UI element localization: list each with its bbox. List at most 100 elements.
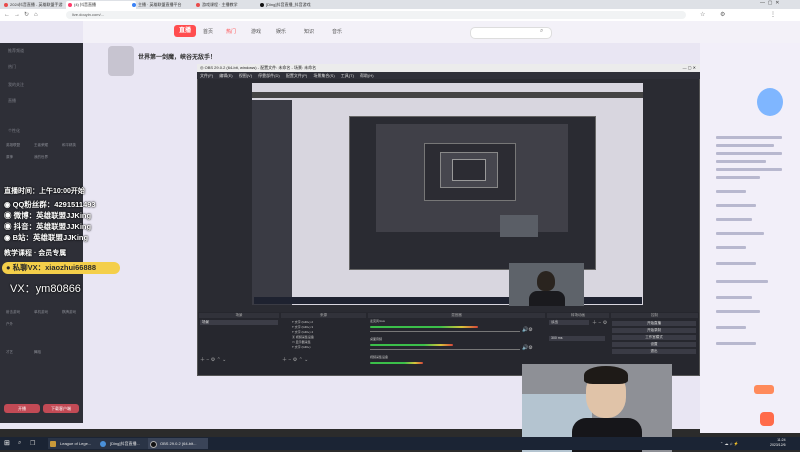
source-controls[interactable]: ＋ − ⚙ ⌃ ⌄ (282, 356, 308, 363)
extensions-icon[interactable]: ⚙ (720, 11, 725, 19)
settings-button[interactable]: 设置 (612, 342, 696, 347)
sidebar-item[interactable]: 推荐频道 (8, 48, 24, 54)
tray-icons[interactable]: ⌃ ☁ ♫ ⚡ (720, 441, 739, 446)
forward-icon[interactable]: → (14, 11, 20, 19)
mute-speaker-icon[interactable]: 🔊⚙ (522, 345, 533, 351)
overlay-live-time: 直播时间：上午10:00开始 (4, 188, 85, 195)
obs-logo-icon: ◎ (200, 65, 205, 70)
source-item[interactable]: T 文字 (GDI+) 4 (292, 330, 354, 334)
task-view-icon[interactable]: ❐ (30, 440, 35, 447)
source-item[interactable]: T 文字 (GDI+) 2 (292, 320, 354, 324)
menu-item[interactable]: 帮助(H) (355, 73, 374, 78)
sidebar-item[interactable]: 射击游戏 (6, 310, 20, 315)
windows-start-icon[interactable]: ⊞ (4, 440, 10, 447)
search-taskbar-icon[interactable]: ⌕ (18, 440, 21, 447)
reload-icon[interactable]: ↻ (24, 11, 29, 19)
chat-message (716, 232, 764, 235)
nav-link[interactable]: 首页 (203, 28, 213, 35)
obs-window-controls[interactable]: — ▢ ✕ (683, 64, 696, 72)
sidebar-item[interactable]: 王者荣耀 (34, 143, 48, 148)
nav-link[interactable]: 音乐 (332, 28, 342, 35)
streamer-avatar[interactable] (108, 46, 134, 76)
sidebar-item[interactable]: 户外 (6, 322, 13, 327)
chat-message (716, 144, 774, 147)
scene-controls[interactable]: ＋ − ⚙ ⌃ ⌄ (200, 356, 226, 363)
sidebar-item[interactable]: 原神 (6, 155, 13, 160)
chat-message (716, 262, 756, 265)
volume-slider[interactable] (370, 331, 520, 332)
nav-link[interactable]: 游戏 (251, 28, 261, 35)
overlay-qq: ◉ QQ粉丝群：4291511493 (4, 200, 96, 209)
studio-mode-button[interactable]: 工作室模式 (612, 335, 696, 340)
mixer-channel-name: 桌面音频 (370, 337, 383, 341)
source-item[interactable]: ▭ 显示器采集 (292, 340, 354, 344)
sidebar-item[interactable]: 我的世界 (34, 155, 48, 160)
sidebar-item[interactable]: 舞蹈 (34, 350, 41, 355)
source-item[interactable]: T 文字 (GDI+) (292, 345, 354, 349)
sidebar-item[interactable]: 英雄联盟 (6, 143, 20, 148)
url-input[interactable]: live.douyin.com/... (66, 11, 686, 19)
menu-item[interactable]: 工具(T) (336, 73, 354, 78)
chat-panel (700, 43, 800, 433)
nav-link-active[interactable]: 热门 (226, 28, 236, 35)
start-live-button[interactable]: 开播 (4, 404, 40, 413)
menu-icon[interactable]: ⋮ (770, 11, 776, 19)
transition-select[interactable]: 淡出 (549, 320, 589, 325)
transition-controls[interactable]: ＋ − ⚙ (592, 319, 607, 326)
sidebar-item[interactable]: 直播 (8, 98, 16, 104)
window-controls[interactable]: — ▢ ✕ (760, 0, 779, 6)
bookmark-icon[interactable]: ☆ (700, 11, 705, 19)
overlay-vx: VX：ym80866 (10, 283, 81, 295)
menu-item[interactable]: 停靠部件(D) (253, 73, 280, 78)
douyin-logo[interactable]: 直播 (174, 25, 196, 37)
home-icon[interactable]: ⌂ (34, 11, 38, 19)
mute-speaker-icon[interactable]: 🔊⚙ (522, 327, 533, 333)
qq-icon: ◉ (4, 200, 13, 209)
mixer-channel-name: 麦克风/Aux (370, 319, 386, 323)
clock[interactable]: 11:24 2023/12/6 (770, 438, 786, 448)
nav-link[interactable]: 知识 (304, 28, 314, 35)
duration-input[interactable]: 300 ms (549, 336, 605, 341)
browser-tab[interactable]: 主播 · 英雄联盟直播平台 (130, 1, 200, 9)
browser-tab[interactable]: 游戏课程 · 主播教学 (194, 1, 264, 9)
source-item[interactable]: T 文字 (GDI+) 3 (292, 325, 354, 329)
menu-item[interactable]: 文件(F) (197, 73, 213, 78)
scene-item[interactable]: 场景 (200, 320, 278, 325)
sidebar-item[interactable]: 单机游戏 (34, 310, 48, 315)
menu-item[interactable]: 编辑(E) (214, 73, 232, 78)
gift-icon[interactable] (760, 412, 774, 426)
source-item[interactable]: ▣ 视频采集设备 (292, 335, 354, 339)
volume-slider[interactable] (370, 349, 520, 350)
mixer-channel-name: 视频采集设备 (370, 355, 389, 359)
send-gift-button[interactable] (754, 385, 774, 394)
sidebar-item[interactable]: 才艺 (6, 350, 13, 355)
nav-link[interactable]: 娱乐 (276, 28, 286, 35)
search-icon[interactable]: ⌕ (540, 28, 543, 35)
league-icon (50, 441, 56, 447)
start-recording-button[interactable]: 开始录制 (612, 328, 696, 333)
menu-item[interactable]: 配置文件(P) (281, 73, 307, 78)
menu-item[interactable]: 场景集合(S) (308, 73, 334, 78)
menu-item[interactable]: 视图(V) (234, 73, 252, 78)
download-client-button[interactable]: 下载客户端 (43, 404, 79, 413)
sidebar-item[interactable]: 和平精英 (62, 143, 76, 148)
bilibili-icon: ◉ (4, 233, 13, 242)
back-icon[interactable]: ← (4, 11, 10, 19)
obs-icon (150, 441, 157, 448)
browser-tab[interactable]: [Ding]抖音直播_抖音游戏 (258, 1, 342, 9)
browser-tab-active[interactable]: (4) 抖音直播 (66, 1, 136, 9)
tab-favicon-icon (68, 3, 72, 7)
streamer-head (537, 271, 555, 291)
start-streaming-button[interactable]: 开始直播 (612, 321, 696, 326)
audio-meter (370, 326, 478, 328)
exit-button[interactable]: 退出 (612, 349, 696, 354)
sidebar-item[interactable]: 棋牌游戏 (62, 310, 76, 315)
chat-message (716, 342, 756, 345)
gift-badge-icon[interactable] (757, 88, 783, 116)
taskbar-app-active[interactable]: OBS 29.0.2 (64-bit... (148, 438, 208, 449)
overlay-weibo: ◉ 微博：英雄联盟JJKing (4, 211, 92, 220)
sidebar-item[interactable]: 我的关注 (8, 82, 24, 88)
sidebar-item[interactable]: 个性化 (8, 128, 20, 134)
browser-tab[interactable]: 2024抖音直播 - 英雄联盟手游 (2, 1, 72, 9)
sidebar-item[interactable]: 热门 (8, 64, 16, 70)
